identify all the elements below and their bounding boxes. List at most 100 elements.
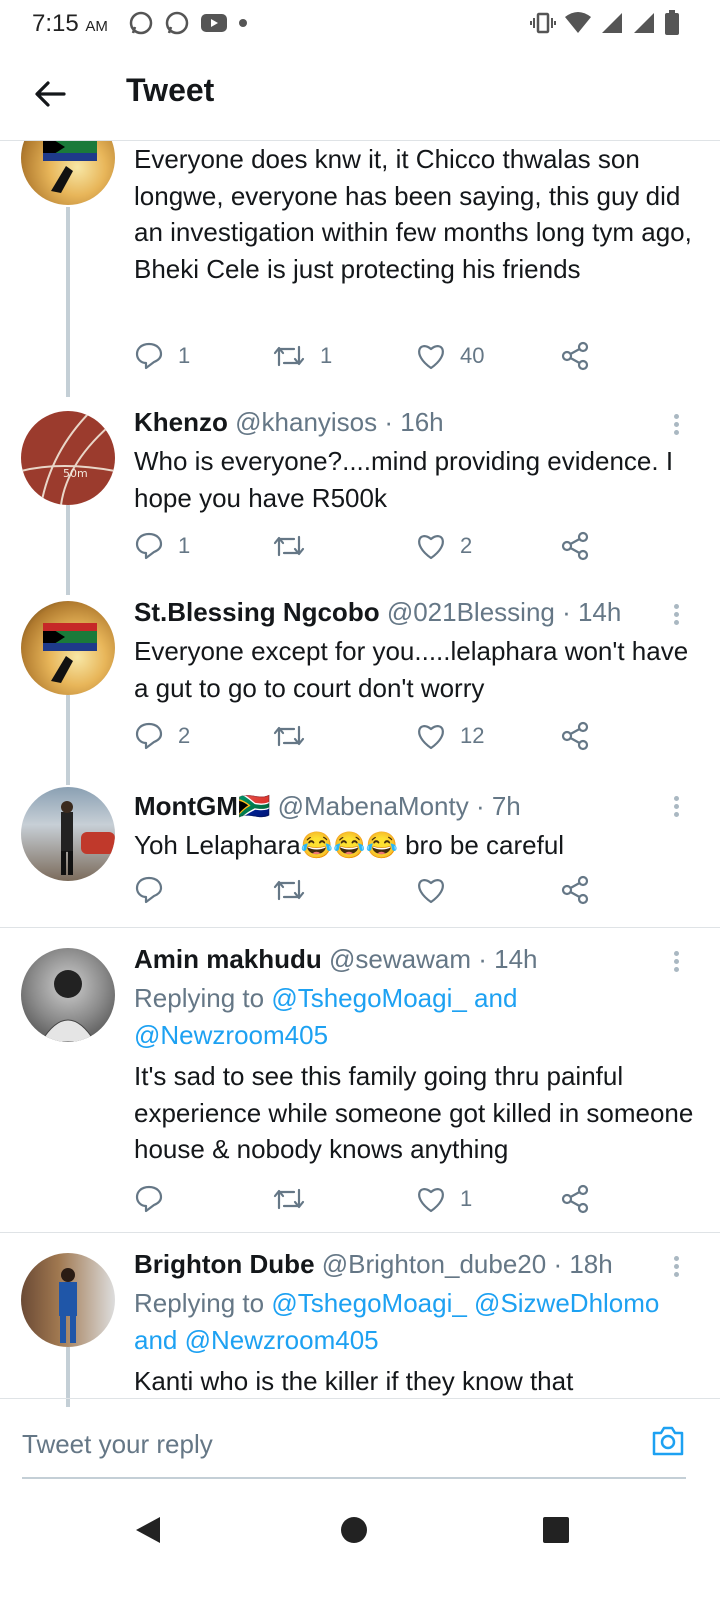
more-icon[interactable] (672, 793, 680, 823)
share-button[interactable] (560, 339, 590, 373)
tweet-actions: 1 (134, 1182, 614, 1216)
reply-count: 2 (178, 723, 191, 748)
more-icon[interactable] (672, 948, 680, 978)
reply-button[interactable]: 1 (134, 339, 190, 373)
share-button[interactable] (560, 529, 590, 563)
retweet-button[interactable] (272, 529, 306, 563)
reply-composer[interactable]: Tweet your reply (0, 1398, 720, 1489)
retweet-button[interactable] (272, 873, 306, 907)
reply-icon (135, 342, 163, 370)
share-button[interactable] (560, 1182, 590, 1216)
signal-icon (602, 13, 622, 33)
like-count: 40 (460, 343, 485, 368)
camera-icon[interactable] (650, 1423, 686, 1459)
status-bar: 7:15 AM (0, 0, 720, 48)
share-icon (561, 1184, 589, 1214)
more-icon[interactable] (672, 411, 680, 441)
like-button[interactable]: 12 (416, 719, 484, 753)
replying-to: Replying to @TshegoMoagi_ @SizweDhlomo a… (134, 1285, 704, 1358)
tweet-text: It's sad to see this family going thru p… (134, 1061, 694, 1164)
system-nav-bar (0, 1488, 720, 1600)
author-handle[interactable]: @khanyisos · 16h (235, 407, 444, 437)
more-icon[interactable] (672, 601, 680, 631)
tweet-item[interactable]: 50m Khenzo @khanyisos · 16h Who is every… (0, 393, 720, 595)
share-icon (561, 721, 589, 751)
reply-icon (135, 1185, 163, 1213)
vibrate-icon (530, 12, 556, 34)
reply-button[interactable] (134, 1182, 164, 1216)
nav-recents-icon[interactable] (540, 1514, 572, 1546)
tweet-item[interactable]: Everyone does knw it, it Chicco thwalas … (0, 141, 720, 397)
like-button[interactable]: 2 (416, 529, 472, 563)
retweet-button[interactable] (272, 1182, 306, 1216)
retweet-icon (273, 535, 305, 557)
like-button[interactable]: 1 (416, 1182, 472, 1216)
tweet-actions (134, 873, 614, 907)
author-name[interactable]: Brighton Dube (134, 1249, 315, 1279)
like-count: 1 (460, 1186, 473, 1211)
input-underline (22, 1477, 686, 1479)
tweet-item[interactable]: St.Blessing Ngcobo @021Blessing · 14h Ev… (0, 583, 720, 785)
reply-count: 1 (178, 343, 191, 368)
avatar[interactable] (21, 948, 115, 1042)
like-count: 12 (460, 723, 485, 748)
retweet-icon (273, 725, 305, 747)
tweet-feed[interactable]: Everyone does knw it, it Chicco thwalas … (0, 141, 720, 1407)
retweet-button[interactable]: 1 (272, 339, 332, 373)
back-arrow-icon[interactable] (30, 74, 70, 114)
reply-input[interactable]: Tweet your reply (22, 1429, 213, 1460)
battery-icon (665, 10, 679, 35)
author-handle[interactable]: @021Blessing · 14h (387, 597, 622, 627)
page-title: Tweet (126, 72, 215, 108)
share-button[interactable] (560, 873, 590, 907)
reply-button[interactable]: 2 (134, 719, 190, 753)
like-icon (418, 1188, 444, 1213)
retweet-icon (273, 345, 305, 367)
nav-home-icon[interactable] (338, 1514, 370, 1546)
replying-to-label: Replying to (134, 1288, 272, 1318)
author-name[interactable]: Amin makhudu (134, 944, 322, 974)
whatsapp-icon (129, 11, 153, 35)
tweet-text: Everyone does knw it, it Chicco thwalas … (134, 144, 692, 284)
whatsapp-icon (165, 11, 189, 35)
retweet-icon (273, 879, 305, 901)
retweet-button[interactable] (272, 719, 306, 753)
author-name[interactable]: MontGM🇿🇦 (134, 791, 270, 821)
tweet-item[interactable]: Brighton Dube @Brighton_dube20 · 18h Rep… (0, 1233, 720, 1407)
author-handle[interactable]: @sewawam · 14h (329, 944, 537, 974)
reply-icon (135, 876, 163, 904)
youtube-icon (201, 14, 227, 32)
share-icon (561, 531, 589, 561)
retweet-count: 1 (320, 343, 333, 368)
author-handle[interactable]: @Brighton_dube20 · 18h (322, 1249, 613, 1279)
like-button[interactable]: 40 (416, 339, 484, 373)
tweet-item[interactable]: Amin makhudu @sewawam · 14h Replying to … (0, 928, 720, 1232)
avatar[interactable]: 50m (21, 411, 115, 505)
like-button[interactable] (416, 873, 446, 907)
reply-button[interactable]: 1 (134, 529, 190, 563)
nav-back-icon[interactable] (132, 1514, 164, 1546)
tweet-text: Kanti who is the killer if they know tha… (134, 1366, 574, 1396)
signal-icon (634, 13, 654, 33)
status-time: 7:15 AM (32, 10, 108, 37)
reply-button[interactable] (134, 873, 164, 907)
tweet-item[interactable]: MontGM🇿🇦 @MabenaMonty · 7h Yoh Lelaphara… (0, 773, 720, 927)
tweet-text: Yoh Lelaphara😂😂😂 bro be careful (134, 830, 565, 860)
more-icon[interactable] (672, 1253, 680, 1283)
avatar[interactable] (21, 1253, 115, 1347)
author-handle[interactable]: @MabenaMonty · 7h (278, 791, 521, 821)
avatar[interactable] (21, 141, 115, 205)
replying-to: Replying to @TshegoMoagi_ and @Newzroom4… (134, 980, 704, 1053)
share-button[interactable] (560, 719, 590, 753)
tweet-actions: 1 2 (134, 529, 614, 563)
avatar[interactable] (21, 787, 115, 881)
svg-text:50m: 50m (63, 467, 88, 480)
replying-to-label: Replying to (134, 983, 272, 1013)
retweet-icon (273, 1188, 305, 1210)
reply-count: 1 (178, 533, 191, 558)
author-name[interactable]: St.Blessing Ngcobo (134, 597, 380, 627)
like-count: 2 (460, 533, 473, 558)
share-icon (561, 875, 589, 905)
author-name[interactable]: Khenzo (134, 407, 228, 437)
avatar[interactable] (21, 601, 115, 695)
